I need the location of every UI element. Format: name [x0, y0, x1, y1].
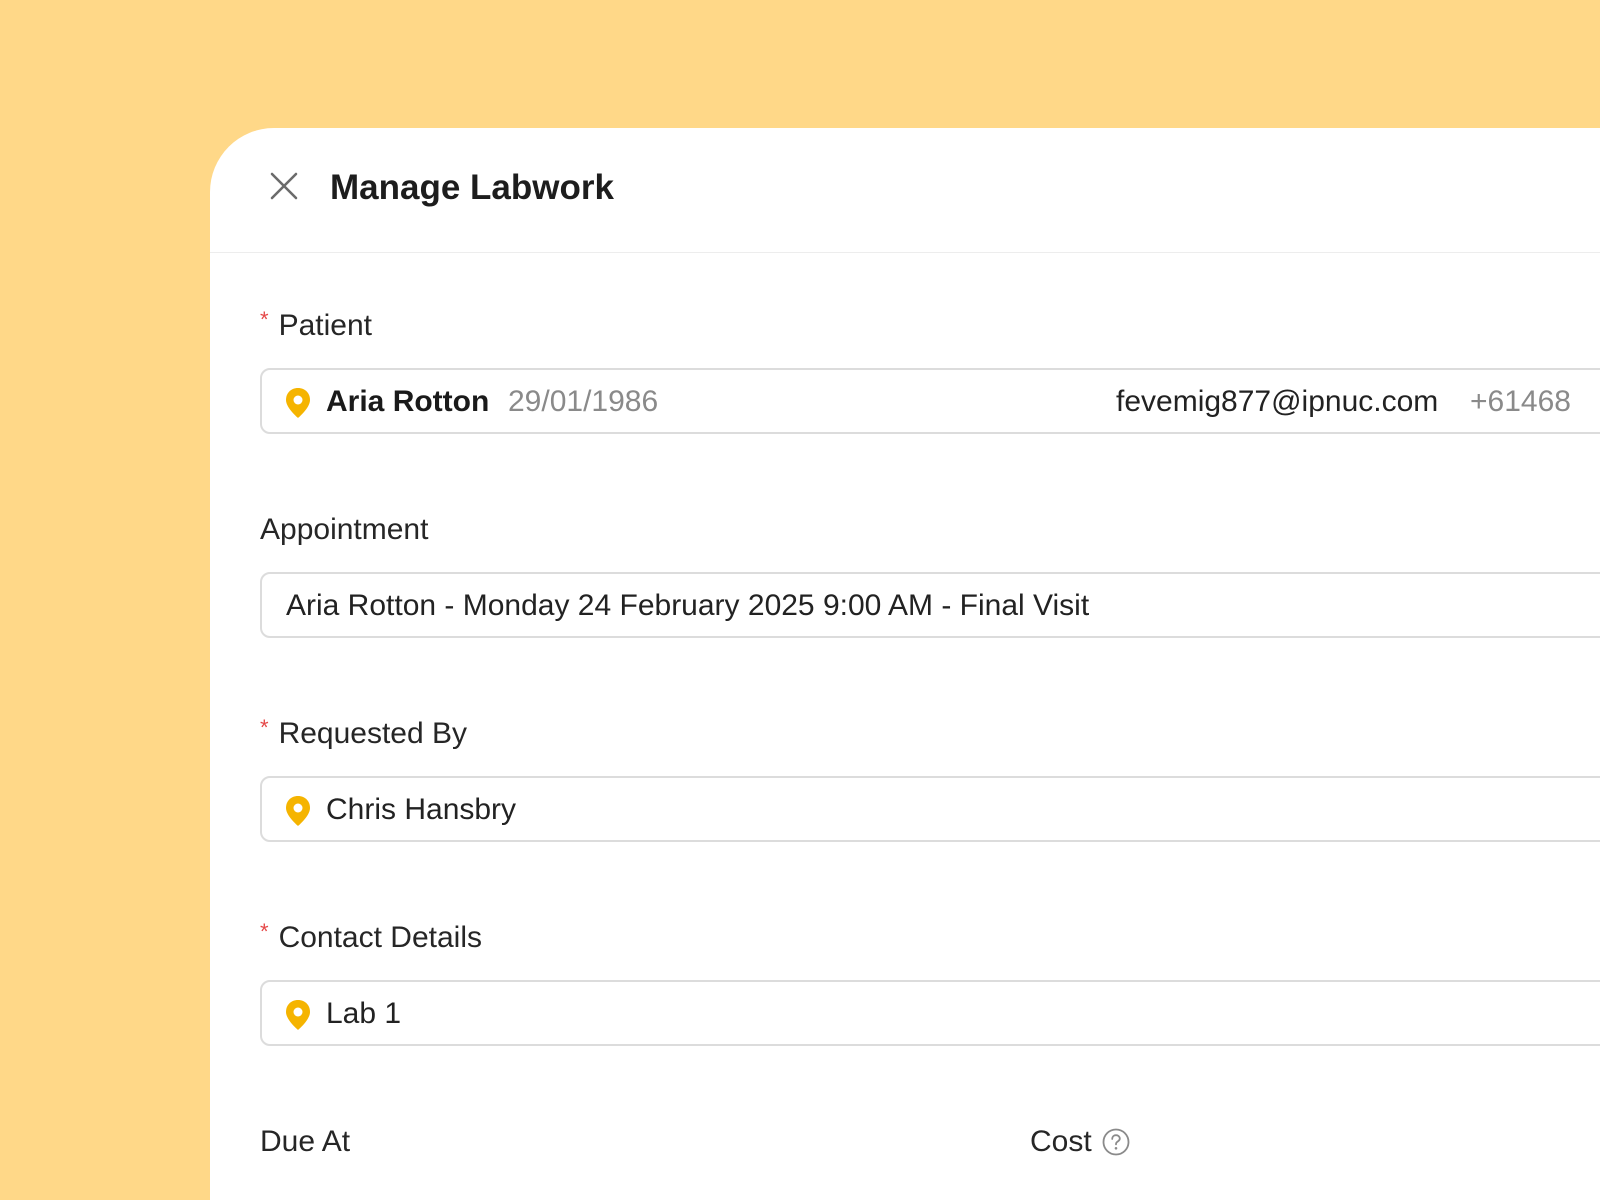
requested-by-value: Chris Hansbry	[326, 793, 517, 826]
requested-by-select[interactable]: Chris Hansbry	[260, 776, 1600, 842]
manage-labwork-panel: Manage Labwork * Patient Aria Rotton 29/…	[210, 128, 1600, 1200]
due-at-label: Due At	[260, 1124, 350, 1160]
requested-by-label: * Requested By	[260, 715, 468, 752]
required-mark: *	[260, 919, 269, 944]
location-pin-icon	[286, 388, 310, 418]
patient-label: * Patient	[260, 307, 372, 344]
due-at-label-text: Due At	[260, 1125, 351, 1158]
patient-phone: +61468	[1470, 385, 1571, 418]
patient-select[interactable]: Aria Rotton 29/01/1986 fevemig877@ipnuc.…	[260, 368, 1600, 434]
location-pin-icon	[286, 796, 310, 826]
patient-label-text: Patient	[278, 309, 372, 342]
appointment-label-text: Appointment	[260, 513, 429, 546]
cost-label-text: Cost	[1030, 1125, 1092, 1158]
patient-dob: 29/01/1986	[508, 385, 659, 418]
page-title: Manage Labwork	[330, 168, 614, 207]
panel-header: Manage Labwork	[210, 128, 1600, 253]
required-mark: *	[260, 715, 269, 740]
required-mark: *	[260, 307, 269, 332]
contact-details-select[interactable]: Lab 1	[260, 980, 1600, 1046]
help-circle-icon[interactable]	[1102, 1128, 1130, 1156]
contact-details-label: * Contact Details	[260, 919, 482, 956]
contact-details-label-text: Contact Details	[278, 921, 482, 954]
patient-email: fevemig877@ipnuc.com	[1116, 385, 1439, 418]
appointment-value: Aria Rotton - Monday 24 February 2025 9:…	[286, 589, 1090, 622]
appointment-label: Appointment	[260, 512, 428, 548]
contact-details-value: Lab 1	[326, 997, 402, 1030]
patient-name: Aria Rotton	[326, 385, 490, 418]
appointment-select[interactable]: Aria Rotton - Monday 24 February 2025 9:…	[260, 572, 1600, 638]
close-icon	[270, 172, 298, 200]
location-pin-icon	[286, 1000, 310, 1030]
requested-by-label-text: Requested By	[278, 717, 468, 750]
cost-label: Cost	[1030, 1124, 1130, 1160]
close-button[interactable]	[262, 164, 306, 208]
